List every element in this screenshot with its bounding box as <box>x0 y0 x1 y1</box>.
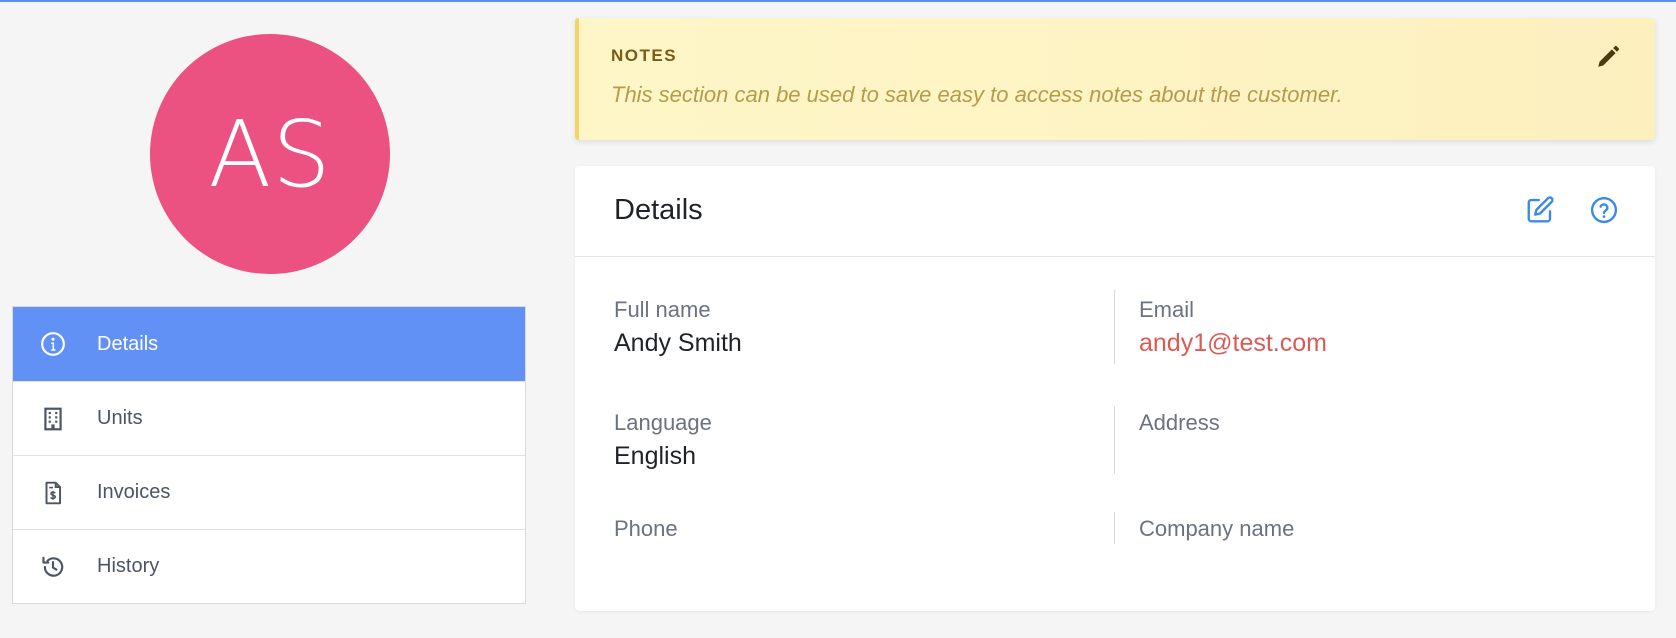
top-accent-line <box>0 0 1676 2</box>
edit-icon[interactable] <box>1525 195 1555 225</box>
details-card: Details Full name Andy Smith Email andy1… <box>575 166 1655 611</box>
nav-item-units[interactable]: Units <box>13 381 525 455</box>
customer-side-nav: Details Units Invoices History <box>12 306 526 604</box>
field-value: Andy Smith <box>614 329 742 357</box>
email-link[interactable]: andy1@test.com <box>1139 329 1327 358</box>
notes-text[interactable]: This section can be used to save easy to… <box>611 82 1343 108</box>
notes-card: NOTES This section can be used to save e… <box>575 18 1655 140</box>
column-divider <box>1114 290 1115 364</box>
field-label: Full name <box>614 297 711 322</box>
details-title: Details <box>614 194 703 226</box>
field-phone: Phone <box>614 516 678 548</box>
field-label: Language <box>614 410 712 435</box>
nav-item-invoices[interactable]: Invoices <box>13 455 525 529</box>
field-label: Email <box>1139 297 1195 322</box>
field-label: Company name <box>1139 516 1295 541</box>
field-value: English <box>614 442 696 470</box>
field-company-name: Company name <box>1139 516 1294 548</box>
field-label: Phone <box>614 516 678 541</box>
info-circle-icon <box>39 330 67 358</box>
building-icon <box>39 405 67 433</box>
help-circle-icon[interactable] <box>1589 195 1619 225</box>
customer-avatar: AS <box>150 34 390 274</box>
notes-title: NOTES <box>611 46 678 65</box>
nav-label-history: History <box>97 555 160 577</box>
nav-item-details[interactable]: Details <box>13 307 525 381</box>
nav-label-invoices: Invoices <box>97 481 171 503</box>
history-icon <box>39 553 67 581</box>
nav-item-history[interactable]: History <box>13 529 525 603</box>
field-label: Address <box>1139 410 1220 435</box>
field-address: Address <box>1139 410 1220 442</box>
avatar-initials: AS <box>208 100 332 208</box>
nav-label-details: Details <box>97 332 159 355</box>
invoice-dollar-icon <box>39 479 67 507</box>
nav-label-units: Units <box>97 407 143 429</box>
field-language: Language English <box>614 410 712 471</box>
column-divider <box>1114 512 1115 544</box>
field-email: Email andy1@test.com <box>1139 297 1327 358</box>
column-divider <box>1114 406 1115 474</box>
pencil-icon[interactable] <box>1595 44 1621 70</box>
field-full-name: Full name Andy Smith <box>614 297 742 358</box>
details-header: Details <box>575 166 1655 257</box>
